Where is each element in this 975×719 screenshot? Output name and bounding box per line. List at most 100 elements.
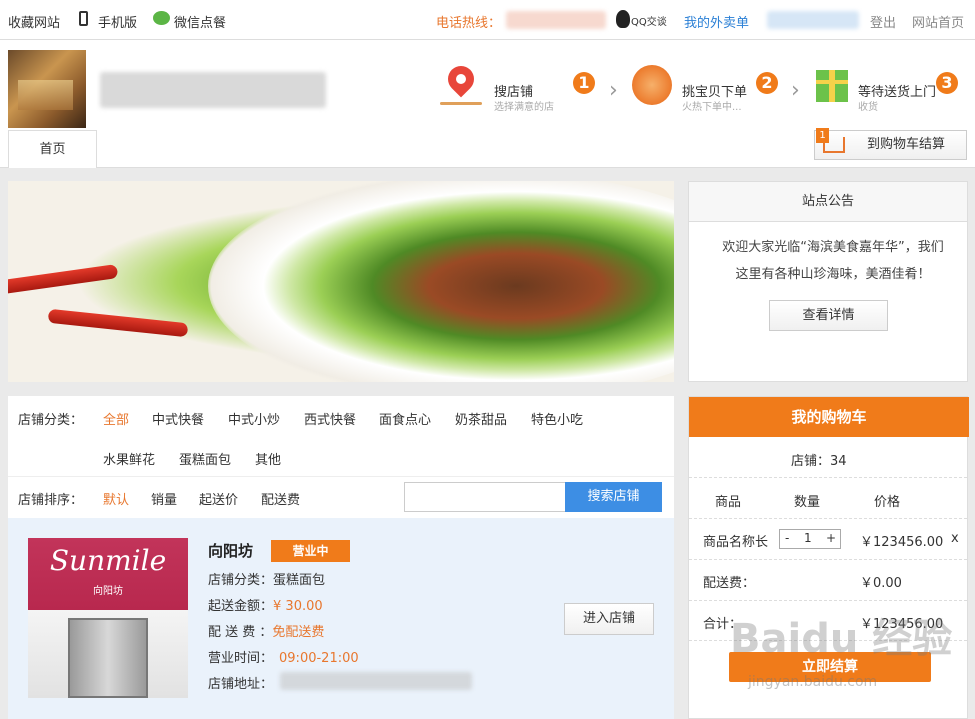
- wechat-order-link[interactable]: 微信点餐: [174, 12, 226, 31]
- category-chinese-stirfry[interactable]: 中式小炒: [228, 409, 280, 428]
- shop-hours-label: 营业时间：: [208, 651, 274, 666]
- cart-count-badge: 1: [816, 128, 829, 143]
- sort-delivery-fee[interactable]: 配送费: [261, 489, 300, 508]
- notice-title: 站点公告: [689, 182, 967, 222]
- shopping-cart-panel: 我的购物车 店铺：34 商品 数量 价格 商品名称长 - 1 + ￥123456…: [688, 396, 969, 719]
- divider: [8, 476, 674, 477]
- notice-line-1: 欢迎大家光临“海滨美食嘉年华”，我们: [722, 240, 944, 255]
- tab-home[interactable]: 首页: [8, 130, 97, 168]
- qty-value[interactable]: 1: [804, 531, 812, 545]
- map-pin-icon: [440, 60, 482, 106]
- category-cake-bread[interactable]: 蛋糕面包: [179, 449, 231, 468]
- chili-pepper: [47, 308, 189, 338]
- pizza-icon: [632, 65, 672, 105]
- shop-hours: 营业时间： 09:00-21:00: [208, 647, 359, 666]
- site-notice-panel: 站点公告 欢迎大家光临“海滨美食嘉年华”，我们 这里有各种山珍海味，美酒佳肴！ …: [688, 181, 968, 382]
- divider: [689, 518, 967, 519]
- gift-icon: [816, 70, 848, 102]
- chevron-right-icon: ›: [791, 78, 800, 103]
- bookmark-link[interactable]: 收藏网站: [8, 12, 60, 31]
- quantity-stepper[interactable]: - 1 +: [779, 529, 841, 549]
- step-order-sub: 火热下单中...: [682, 102, 742, 113]
- chevron-right-icon: ›: [609, 78, 618, 103]
- shop-address-redacted: [280, 672, 472, 690]
- dish-plate: [208, 181, 674, 382]
- cart-shop-line: 店铺：34: [791, 454, 847, 469]
- notice-body: 欢迎大家光临“海滨美食嘉年华”，我们 这里有各种山珍海味，美酒佳肴！: [717, 234, 949, 288]
- chili-pepper: [8, 264, 119, 296]
- baidu-watermark: Baidu 经验: [730, 616, 953, 662]
- step-delivery-sub: 收货: [858, 102, 878, 113]
- shop-category-label: 店铺分类：: [208, 573, 274, 588]
- cart-col-qty: 数量: [794, 495, 821, 510]
- phone-icon: [79, 11, 88, 26]
- shop-photo-logo: Sunmile: [49, 544, 167, 577]
- category-milktea[interactable]: 奶茶甜品: [455, 409, 507, 428]
- sort-sales[interactable]: 销量: [151, 489, 177, 508]
- cart-fee-value: ￥0.00: [860, 576, 902, 591]
- shop-name[interactable]: 向阳坊: [208, 540, 253, 561]
- shop-address: 店铺地址：: [208, 673, 273, 692]
- qty-minus-button[interactable]: -: [785, 531, 789, 545]
- hotline-value-redacted: [506, 11, 606, 29]
- shop-fee-label: 配 送 费 ：: [208, 625, 273, 640]
- divider: [689, 600, 967, 601]
- qty-plus-button[interactable]: +: [826, 531, 836, 545]
- logout-link[interactable]: 登出: [870, 12, 896, 31]
- shop-fee-value: 免配送费: [272, 625, 325, 640]
- view-details-button[interactable]: 查看详情: [769, 300, 888, 331]
- my-orders-link[interactable]: 我的外卖单: [684, 12, 749, 31]
- shop-category: 店铺分类：蛋糕面包: [208, 569, 325, 588]
- status-badge: 营业中: [271, 540, 350, 562]
- shop-photo[interactable]: Sunmile 向阳坊: [28, 538, 188, 698]
- cart-checkout-label: 到购物车结算: [867, 137, 946, 152]
- shop-filter-panel: 店铺分类： 全部 中式快餐 中式小炒 西式快餐 面食点心 奶茶甜品 特色小吃 水…: [8, 396, 674, 518]
- sort-label: 店铺排序：: [18, 493, 84, 508]
- cart-col-item: 商品: [715, 495, 742, 510]
- category-snacks[interactable]: 特色小吃: [531, 409, 583, 428]
- divider: [689, 477, 967, 478]
- step-search-sub: 选择满意的店: [494, 102, 554, 113]
- category-other[interactable]: 其他: [255, 449, 281, 468]
- remove-item-button[interactable]: x: [951, 531, 959, 546]
- wechat-icon: [153, 11, 170, 25]
- shop-address-label: 店铺地址：: [208, 677, 274, 692]
- category-all[interactable]: 全部: [103, 409, 129, 428]
- site-logo[interactable]: [8, 50, 86, 128]
- notice-line-2: 这里有各种山珍海味，美酒佳肴！: [735, 267, 931, 282]
- cart-item-name: 商品名称长: [703, 535, 769, 550]
- qq-chat-link[interactable]: QQ交谈: [631, 13, 667, 28]
- cart-title: 我的购物车: [689, 397, 969, 437]
- step-number-3: 3: [936, 72, 958, 94]
- top-bar: 收藏网站 手机版 微信点餐 电话热线： QQ交谈 我的外卖单 登出 网站首页: [0, 0, 975, 40]
- username-redacted[interactable]: [767, 11, 859, 29]
- cart-col-price: 价格: [874, 495, 901, 510]
- shop-list-item: Sunmile 向阳坊 向阳坊 营业中 店铺分类：蛋糕面包 起送金额：¥ 30.…: [8, 518, 674, 719]
- sort-min-order[interactable]: 起送价: [199, 489, 238, 508]
- sort-default[interactable]: 默认: [103, 489, 129, 508]
- shop-min-label: 起送金额：: [208, 599, 274, 614]
- search-shop-button[interactable]: 搜索店铺: [565, 482, 662, 512]
- shop-door: [68, 618, 148, 698]
- shop-photo-sub: 向阳坊: [93, 586, 123, 597]
- category-noodles[interactable]: 面食点心: [379, 409, 431, 428]
- category-chinese-fast[interactable]: 中式快餐: [152, 409, 204, 428]
- category-label: 店铺分类：: [18, 413, 84, 428]
- category-western-fast[interactable]: 西式快餐: [304, 409, 356, 428]
- enter-shop-button[interactable]: 进入店铺: [564, 603, 654, 635]
- cart-checkout-button[interactable]: 1 到购物车结算: [814, 128, 967, 160]
- food-banner: [8, 181, 674, 382]
- shop-fee: 配 送 费 ：免配送费: [208, 621, 324, 640]
- cart-item-price: ￥123456.00: [860, 535, 944, 550]
- site-name-redacted: [100, 72, 326, 108]
- category-fruit-flowers[interactable]: 水果鲜花: [103, 449, 155, 468]
- shop-min-value: ¥ 30.00: [273, 599, 323, 614]
- shop-min-order: 起送金额：¥ 30.00: [208, 595, 323, 614]
- shop-category-value: 蛋糕面包: [273, 573, 326, 588]
- qq-icon: [616, 10, 630, 28]
- mobile-link[interactable]: 手机版: [98, 12, 137, 31]
- shop-search-input[interactable]: [404, 482, 566, 512]
- baidu-watermark-url: jingyan.baidu.com: [748, 674, 878, 690]
- hotline-label: 电话热线：: [436, 16, 502, 31]
- site-home-link[interactable]: 网站首页: [912, 12, 964, 31]
